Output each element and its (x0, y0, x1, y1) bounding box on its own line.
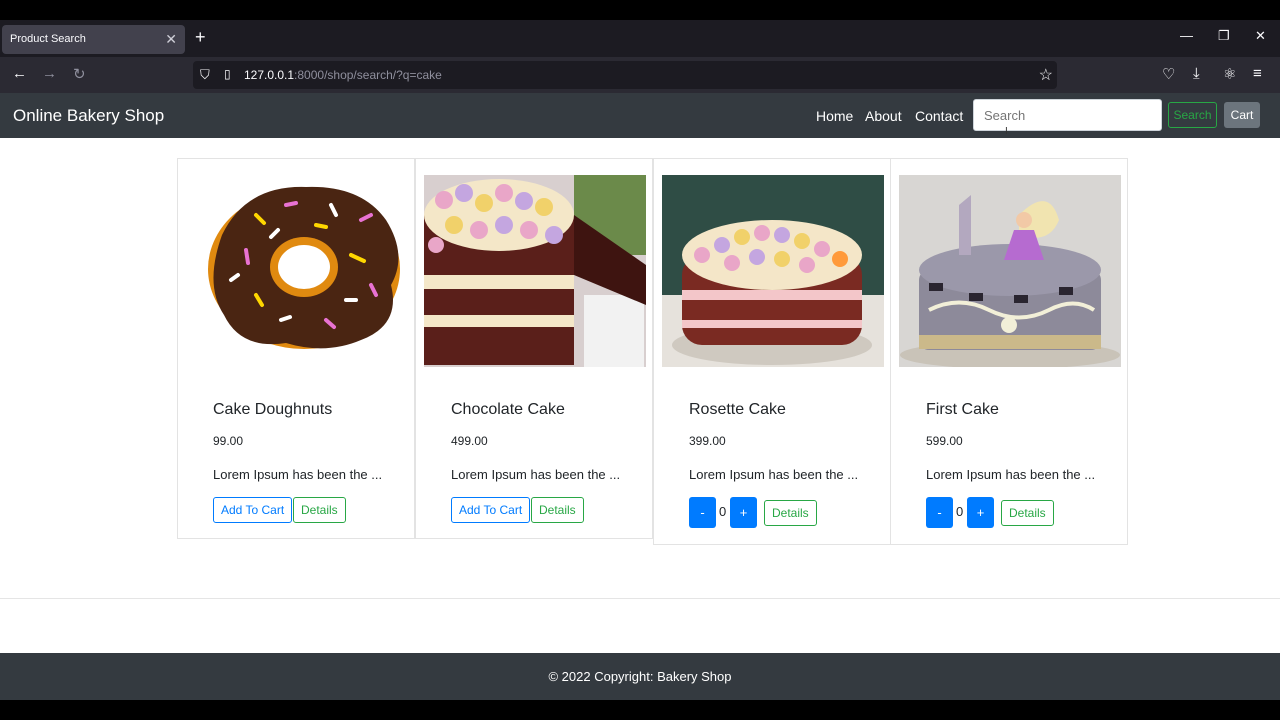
product-description: Lorem Ipsum has been the ... (689, 467, 859, 482)
url-host: 127.0.0.1 (244, 68, 295, 82)
divider (0, 598, 1280, 599)
product-title[interactable]: Cake Doughnuts (213, 401, 332, 419)
back-icon[interactable]: ← (12, 65, 27, 82)
bookmark-star-icon[interactable]: ☆ (1039, 65, 1053, 85)
shield-icon[interactable]: ⛉ (200, 67, 210, 83)
product-card: First Cake 599.00 Lorem Ipsum has been t… (890, 158, 1128, 545)
minimize-icon[interactable]: — (1180, 28, 1193, 43)
search-input[interactable] (973, 99, 1162, 131)
site-brand[interactable]: Online Bakery Shop (13, 106, 164, 126)
decrease-quantity-button[interactable]: - (689, 497, 716, 528)
restore-icon[interactable]: ❐ (1218, 28, 1230, 44)
download-icon[interactable]: ⤓ (1193, 65, 1200, 82)
product-image-rosette-cake (662, 175, 884, 367)
details-button[interactable]: Details (1001, 500, 1054, 526)
close-window-icon[interactable]: ✕ (1255, 28, 1266, 44)
menu-icon[interactable]: ≡ (1253, 65, 1262, 82)
product-price: 499.00 (451, 434, 488, 448)
tab-title: Product Search (10, 33, 86, 45)
forward-icon[interactable]: → (42, 65, 57, 82)
increase-quantity-button[interactable]: + (967, 497, 994, 528)
cart-button[interactable]: Cart (1224, 102, 1260, 128)
nav-contact[interactable]: Contact (915, 108, 963, 124)
product-price: 99.00 (213, 434, 244, 448)
add-to-cart-button[interactable]: Add To Cart (451, 497, 531, 523)
product-price: 599.00 (926, 434, 963, 448)
site-footer: © 2022 Copyright: Bakery Shop (0, 653, 1280, 700)
product-title[interactable]: Rosette Cake (689, 401, 786, 419)
url-path: :8000/shop/search/?q=cake (294, 68, 442, 82)
url-bar[interactable]: ⛉ ▯ 127.0.0.1:8000/shop/search/?q=cake ☆ (193, 61, 1057, 89)
product-image-first-cake (899, 175, 1121, 367)
product-card: Cake Doughnuts 99.00 Lorem Ipsum has bee… (177, 158, 415, 539)
product-title[interactable]: First Cake (926, 401, 999, 419)
product-image-chocolate-cake (424, 175, 646, 367)
product-image-doughnut (186, 175, 408, 367)
url-text[interactable]: 127.0.0.1:8000/shop/search/?q=cake (244, 68, 442, 82)
add-to-cart-button[interactable]: Add To Cart (213, 497, 293, 523)
product-description: Lorem Ipsum has been the ... (451, 467, 621, 482)
pocket-icon[interactable]: ♡ (1162, 65, 1175, 83)
decrease-quantity-button[interactable]: - (926, 497, 953, 528)
extensions-icon[interactable]: ⚛ (1223, 65, 1236, 83)
product-description: Lorem Ipsum has been the ... (926, 467, 1096, 482)
search-button[interactable]: Search (1168, 102, 1217, 128)
details-button[interactable]: Details (293, 497, 346, 523)
browser-tabbar: Product Search ✕ + — ❐ ✕ (0, 20, 1280, 57)
increase-quantity-button[interactable]: + (730, 497, 757, 528)
details-button[interactable]: Details (531, 497, 584, 523)
quantity-value: 0 (956, 504, 964, 519)
product-price: 399.00 (689, 434, 726, 448)
close-tab-icon[interactable]: ✕ (165, 31, 177, 48)
web-page: Online Bakery Shop Home About Contact Se… (0, 93, 1280, 700)
nav-home[interactable]: Home (816, 108, 853, 124)
site-navbar: Online Bakery Shop Home About Contact Se… (0, 93, 1280, 138)
screen: Product Search ✕ + — ❐ ✕ ← → ↻ ⛉ ▯ 127.0… (0, 0, 1280, 720)
quantity-value: 0 (719, 504, 727, 519)
product-description: Lorem Ipsum has been the ... (213, 467, 383, 482)
browser-toolbar: ← → ↻ ⛉ ▯ 127.0.0.1:8000/shop/search/?q=… (0, 57, 1280, 93)
browser-tab[interactable]: Product Search ✕ (2, 25, 185, 54)
new-tab-icon[interactable]: + (195, 27, 206, 48)
text-cursor-icon: I (1005, 126, 1008, 137)
product-card: Chocolate Cake 499.00 Lorem Ipsum has be… (415, 158, 653, 539)
page-icon: ▯ (224, 67, 231, 81)
product-card: Rosette Cake 399.00 Lorem Ipsum has been… (653, 158, 891, 545)
reload-icon[interactable]: ↻ (73, 65, 86, 83)
details-button[interactable]: Details (764, 500, 817, 526)
nav-about[interactable]: About (865, 108, 902, 124)
product-title[interactable]: Chocolate Cake (451, 401, 565, 419)
